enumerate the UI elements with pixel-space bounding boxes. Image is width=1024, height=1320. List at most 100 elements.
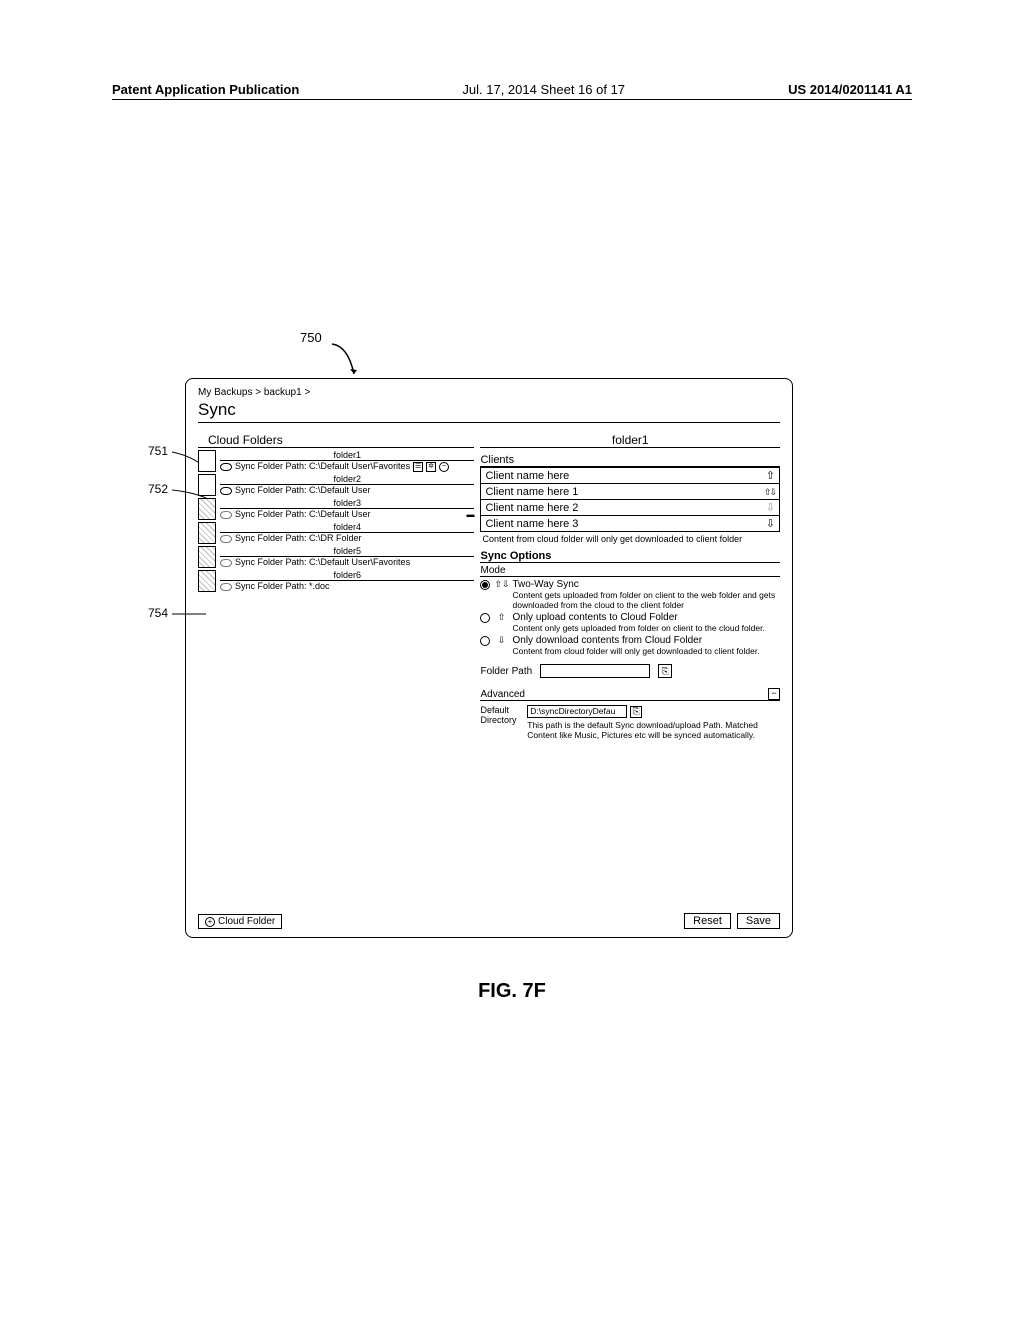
client-name: Client name here 1 [485,486,578,498]
folder-thumb-icon [198,498,216,520]
action-buttons: Reset Save [684,913,780,929]
callout-754: 754 [148,606,168,620]
cloud-icon [220,487,232,495]
folder-thumb-icon [198,522,216,544]
clients-heading: Clients [480,454,780,467]
collapse-icon[interactable]: − [768,688,780,700]
mode-option-two-way[interactable]: ⇧⇩ Two-Way Sync Content gets uploaded fr… [480,579,780,610]
radio-icon[interactable] [480,613,490,623]
cloud-icon [220,463,232,471]
folder-path-row: Folder Path ⎘ [480,664,780,678]
breadcrumb[interactable]: My Backups > backup1 > [198,387,780,398]
folder-path-text: Sync Folder Path: C:\Default User\Favori… [235,461,410,471]
folder-row[interactable]: folder5 Sync Folder Path: C:\Default Use… [198,546,474,568]
add-cloud-folder-button[interactable]: + Cloud Folder [198,914,282,929]
callout-751: 751 [148,444,168,458]
client-note: Content from cloud folder will only get … [482,534,780,544]
default-dir-desc: This path is the default Sync download/u… [527,720,780,740]
mode-desc: Content from cloud folder will only get … [512,646,780,656]
callout-752: 752 [148,482,168,496]
cloud-icon [220,583,232,591]
selected-folder-title: folder1 [480,433,780,448]
radio-icon[interactable] [480,580,490,590]
folder-row[interactable]: folder2 Sync Folder Path: C:\Default Use… [198,474,474,496]
client-name: Client name here 3 [485,518,578,530]
folder-path-text: Sync Folder Path: *.doc [235,581,330,591]
details-panel: folder1 Clients Client name here Client … [480,433,780,740]
client-list: Client name here Client name here 1 Clie… [480,467,780,532]
row-extra-icon: ▬ [466,510,474,519]
folder-thumb-icon [198,450,216,472]
two-way-glyph-icon: ⇧⇩ [494,579,508,590]
plus-icon: + [205,917,215,927]
mode-desc: Content gets uploaded from folder on cli… [512,590,780,610]
figure-ref-750: 750 [300,330,322,345]
browse-folder-icon[interactable]: ⎘ [658,664,672,678]
reset-button[interactable]: Reset [684,913,731,929]
default-directory-row: Default Directory D:\syncDirectoryDefau … [480,705,780,740]
arrow-down-icon [766,517,775,530]
folder-row[interactable]: folder3 Sync Folder Path: C:\Default Use… [198,498,474,520]
figure-caption: FIG. 7F [0,980,1024,1003]
minus-icon[interactable]: − [439,462,449,472]
gear-icon[interactable]: ✲ [426,462,436,472]
upload-glyph-icon: ⇧ [494,612,508,623]
client-row[interactable]: Client name here 2 [480,499,780,515]
mode-title: Only download contents from Cloud Folder [512,635,780,646]
add-cloud-folder-label: Cloud Folder [218,916,275,927]
cloud-icon [220,559,232,567]
folder-name: folder6 [220,570,474,581]
default-dir-label: Default Directory [480,705,517,740]
page-title: Sync [198,400,780,423]
cloud-icon [220,535,232,543]
advanced-row[interactable]: Advanced − [480,688,780,701]
folder-thumb-icon [198,546,216,568]
cloud-folders-heading: Cloud Folders [198,433,474,448]
folder-name: folder2 [220,474,474,485]
page-header: Patent Application Publication Jul. 17, … [112,82,912,100]
folder-name: folder5 [220,546,474,557]
folder-thumb-icon [198,570,216,592]
figure-ref-arrow [330,340,370,380]
main-panel: My Backups > backup1 > Sync Cloud Folder… [185,378,793,938]
sync-options-heading: Sync Options [480,550,780,563]
folder-path-text: Sync Folder Path: C:\Default User [235,509,371,519]
folder-path-text: Sync Folder Path: C:\Default User [235,485,371,495]
folder-name: folder4 [220,522,474,533]
folder-thumb-icon [198,474,216,496]
mode-heading: Mode [480,565,780,577]
cloud-folders-panel: Cloud Folders folder1 Sync Folder Path: … [198,433,474,740]
client-row[interactable]: Client name here 3 [480,515,780,531]
folder-name: folder3 [220,498,474,509]
mode-title: Two-Way Sync [512,579,780,590]
folder-path-label: Folder Path [480,666,532,677]
folder-path-text: Sync Folder Path: C:\Default User\Favori… [235,557,410,567]
folder-path-input[interactable] [540,664,650,678]
bars-icon[interactable]: ☰ [413,462,423,472]
arrow-both-icon [764,486,775,498]
mode-option-download[interactable]: ⇩ Only download contents from Cloud Fold… [480,635,780,656]
cloud-icon [220,511,232,519]
header-left: Patent Application Publication [112,82,299,97]
folder-row[interactable]: folder1 Sync Folder Path: C:\Default Use… [198,450,474,472]
client-name: Client name here 2 [485,502,578,514]
arrow-up-icon [766,469,775,482]
arrow-down-dim-icon [766,501,775,514]
folder-path-text: Sync Folder Path: C:\DR Folder [235,533,362,543]
save-button[interactable]: Save [737,913,780,929]
header-right: US 2014/0201141 A1 [788,82,912,97]
download-glyph-icon: ⇩ [494,635,508,646]
folder-name: folder1 [220,450,474,461]
folder-row[interactable]: folder6 Sync Folder Path: *.doc [198,570,474,592]
advanced-label: Advanced [480,689,524,700]
header-center: Jul. 17, 2014 Sheet 16 of 17 [462,82,625,97]
radio-icon[interactable] [480,636,490,646]
mode-desc: Content only gets uploaded from folder o… [512,623,780,633]
mode-option-upload[interactable]: ⇧ Only upload contents to Cloud Folder C… [480,612,780,633]
folder-row[interactable]: folder4 Sync Folder Path: C:\DR Folder [198,522,474,544]
mode-title: Only upload contents to Cloud Folder [512,612,780,623]
client-row[interactable]: Client name here [480,467,780,483]
default-dir-input[interactable]: D:\syncDirectoryDefau [527,705,627,718]
client-row[interactable]: Client name here 1 [480,483,780,499]
browse-default-dir-icon[interactable]: ⎘ [630,706,642,718]
